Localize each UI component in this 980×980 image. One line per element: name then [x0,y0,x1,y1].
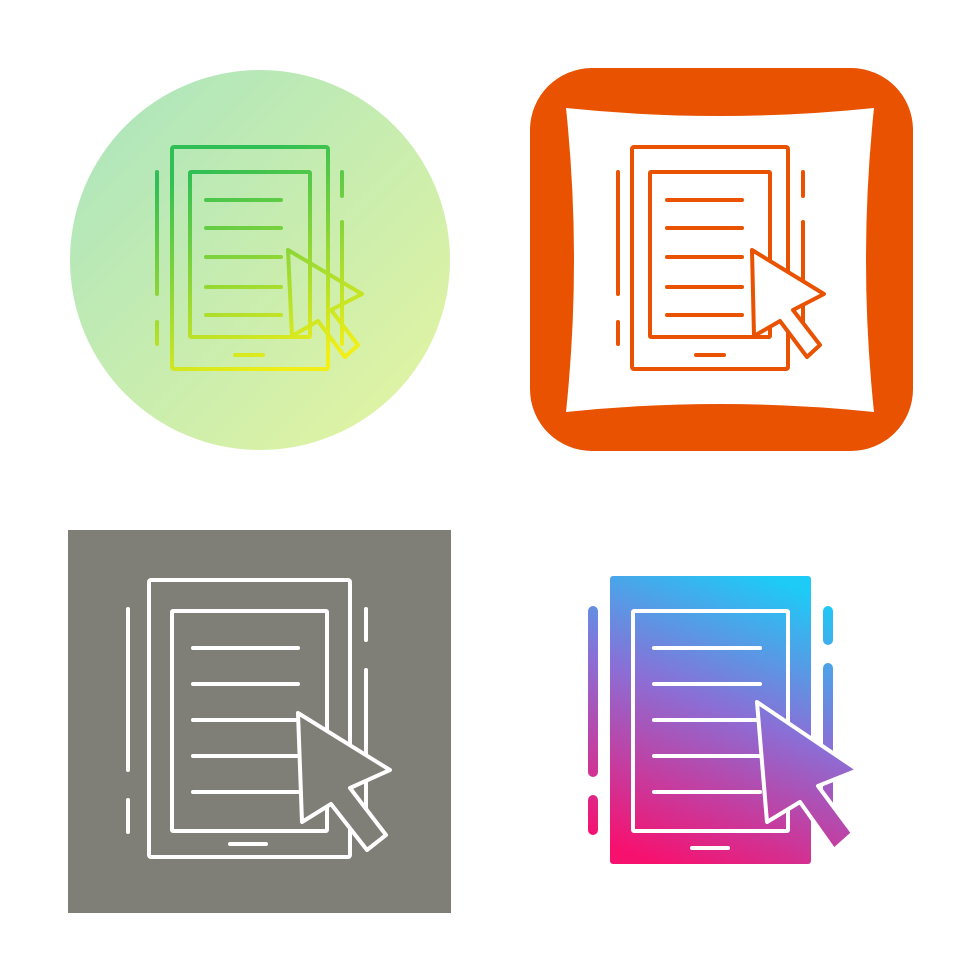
variant-gradient-circle [70,70,450,450]
variant-gradient-glyph [588,576,860,864]
circle-background [70,70,450,450]
icon-set-canvas [68,68,913,913]
cushion-shape [566,108,874,412]
variant-gray-square [68,530,451,913]
variant-cushion-square [530,68,913,451]
tablet-document-cursor-icon [588,576,860,864]
